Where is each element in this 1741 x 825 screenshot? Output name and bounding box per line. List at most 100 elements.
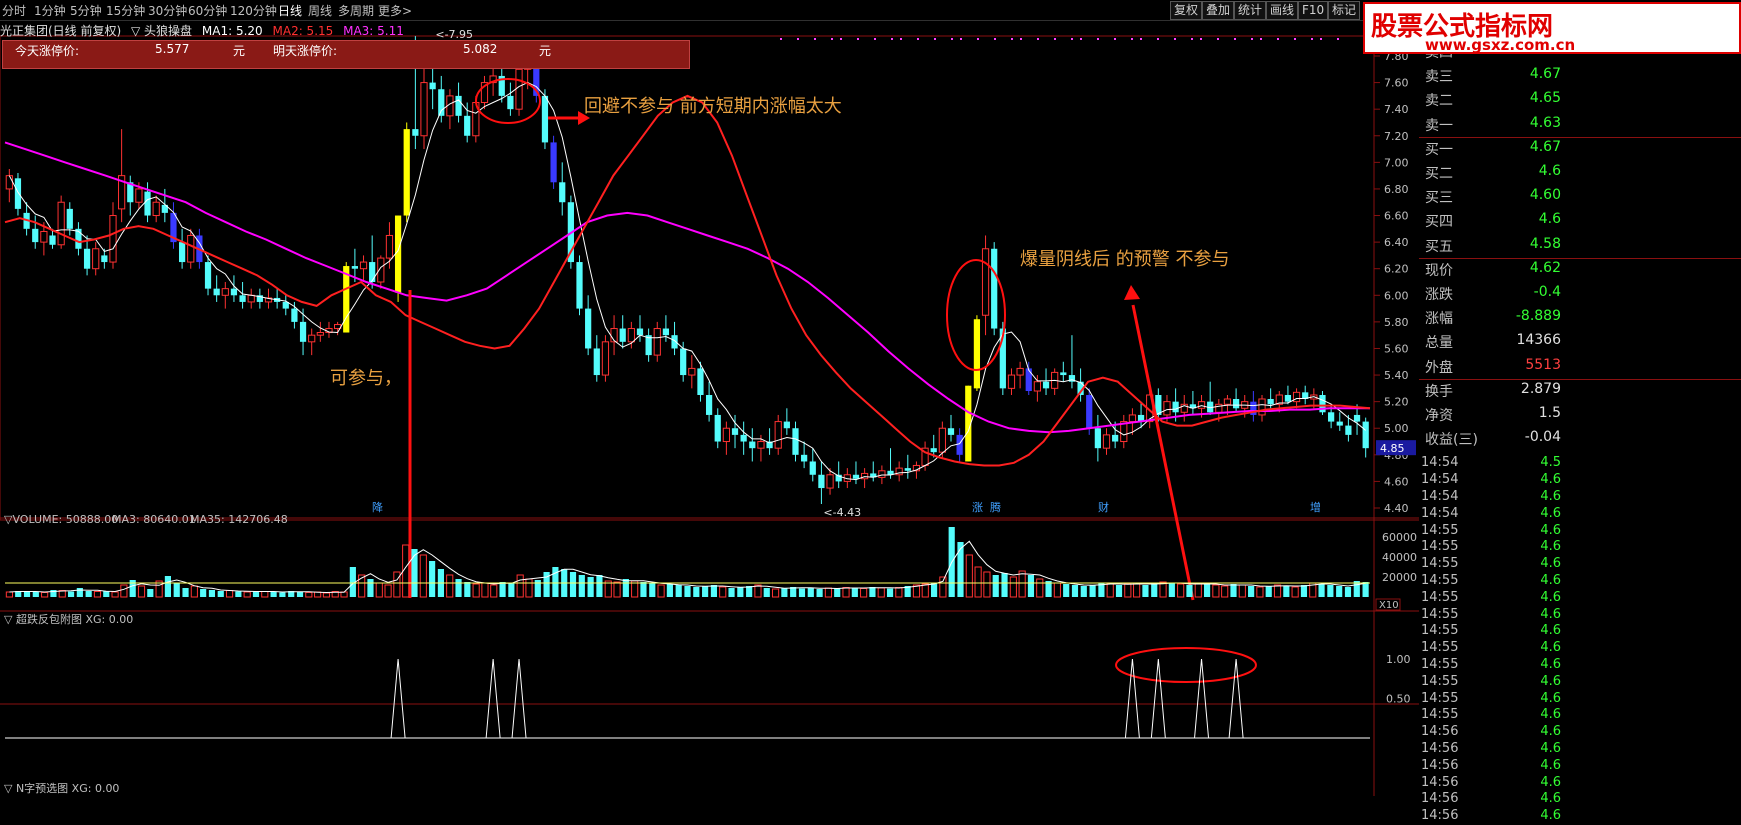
candle-body (585, 308, 592, 349)
candle-body (291, 308, 298, 322)
volume-bar (781, 588, 788, 597)
arrow-up-shaft (1131, 304, 1195, 601)
candle-body (809, 461, 816, 475)
candle-body (1060, 372, 1067, 376)
volume-bar (666, 584, 673, 597)
candle-body (385, 234, 394, 259)
period-9[interactable]: 多周期 (338, 2, 374, 19)
period-3[interactable]: 15分钟 (106, 2, 145, 19)
orderbook-value: 5513 (1525, 356, 1561, 373)
volume-unit: X10 (1379, 600, 1399, 611)
volume-bar (1106, 583, 1114, 598)
period-2[interactable]: 5分钟 (70, 2, 102, 19)
toolbar-btn-0[interactable]: 复权 (1170, 1, 1203, 20)
candle-body (101, 255, 108, 263)
period-8[interactable]: 周线 (308, 2, 332, 19)
volume-bar (429, 561, 436, 597)
volume-bar (1256, 586, 1264, 598)
top-dot (900, 38, 902, 40)
orderbook-label: 现价 (1425, 262, 1453, 279)
candle-body (464, 115, 471, 136)
y-tick-label: 4.40 (1384, 502, 1409, 515)
trade-price: 4.6 (1540, 724, 1561, 740)
period-6[interactable]: 120分钟 (230, 2, 277, 19)
volume-bar (578, 575, 585, 597)
top-dot (1054, 38, 1056, 40)
volume-bar (472, 583, 480, 598)
period-4[interactable]: 30分钟 (148, 2, 187, 19)
price-low-label: <-4.43 (823, 506, 861, 519)
trade-time: 14:55 (1421, 640, 1459, 656)
volume-bar (111, 591, 119, 598)
candle-body (40, 230, 48, 243)
event-marker: 涨 (972, 501, 983, 514)
trade-time: 14:56 (1421, 741, 1459, 756)
top-dot (1337, 38, 1339, 40)
watermark-url: www.gsxz.com.cn (1425, 36, 1576, 54)
trade-row: 14:55 4.6 (1419, 657, 1741, 674)
period-5[interactable]: 60分钟 (188, 2, 227, 19)
volume-bar (1273, 584, 1282, 598)
toolbar-btn-1[interactable]: 叠加 (1202, 1, 1235, 20)
trade-time: 14:54 (1421, 455, 1459, 471)
volume-ma35-label: MA35: 142706.48 (190, 513, 288, 526)
volume-bar (1133, 582, 1141, 598)
volume-bar (939, 576, 947, 598)
volume-bar (1336, 586, 1343, 597)
trade-time: 14:55 (1421, 623, 1459, 639)
orderbook-value: 4.67 (1529, 138, 1561, 155)
candle-body (515, 68, 523, 110)
trade-price: 4.6 (1540, 657, 1561, 672)
volume-bar (754, 584, 762, 598)
candle-body (351, 266, 358, 269)
candle-body (92, 248, 100, 270)
orderbook-value: -0.04 (1524, 429, 1561, 446)
toolbar-btn-3[interactable]: 画线 (1266, 1, 1299, 20)
volume-bar (208, 590, 216, 597)
orderbook-row: 涨幅 -8.889 (1419, 306, 1741, 330)
trade-price: 4.6 (1540, 489, 1561, 504)
period-10[interactable]: 更多> (378, 2, 412, 19)
candle-body (1128, 414, 1137, 423)
period-7[interactable]: 日线 (278, 2, 302, 19)
candle-body (636, 328, 644, 336)
volume-bar (1327, 585, 1334, 597)
top-dot (1191, 38, 1193, 40)
trade-time: 14:55 (1421, 657, 1459, 672)
orderbook-row: 买一 4.67 (1419, 137, 1741, 161)
trade-row: 14:56 4.6 (1419, 775, 1741, 792)
volume-tick-label: 60000 (1382, 531, 1417, 544)
trade-row: 14:55 4.6 (1419, 607, 1741, 624)
toolbar-btn-5[interactable]: 标记 (1328, 1, 1361, 20)
top-dot (1140, 38, 1142, 40)
trade-time: 14:56 (1421, 791, 1459, 807)
candle-body (801, 454, 808, 462)
candle-body (852, 474, 860, 479)
candle-body (938, 427, 946, 453)
xg-signal (1124, 658, 1140, 739)
trade-price: 4.6 (1540, 808, 1561, 824)
indicator-name[interactable]: ▽ 头狼操盘 (131, 24, 192, 38)
volume-bar (1151, 584, 1158, 597)
top-dot (951, 38, 953, 40)
period-1[interactable]: 1分钟 (34, 2, 66, 19)
candle-body (774, 421, 782, 449)
y-tick-label: 7.00 (1384, 156, 1409, 169)
volume-bar (243, 591, 251, 598)
toolbar-btn-2[interactable]: 统计 (1234, 1, 1267, 20)
volume-bar (1115, 585, 1123, 597)
volume-bar (807, 587, 814, 597)
stock-title[interactable]: 光正集团(日线 前复权) (0, 24, 121, 38)
tomorrow-limit-label: 明天涨停价: (273, 44, 338, 58)
volume-bar (23, 591, 31, 597)
toolbar-btn-4[interactable]: F10 (1298, 1, 1329, 20)
volume-bar (965, 554, 973, 598)
event-marker: 腾 (990, 500, 1001, 514)
top-dot (780, 38, 782, 40)
candle-body (1267, 398, 1274, 405)
period-0[interactable]: 分时 (2, 2, 26, 19)
volume-bar (728, 588, 735, 597)
trade-row: 14:55 4.6 (1419, 640, 1741, 657)
trade-time: 14:55 (1421, 573, 1459, 588)
orderbook-label: 总量 (1425, 335, 1453, 352)
